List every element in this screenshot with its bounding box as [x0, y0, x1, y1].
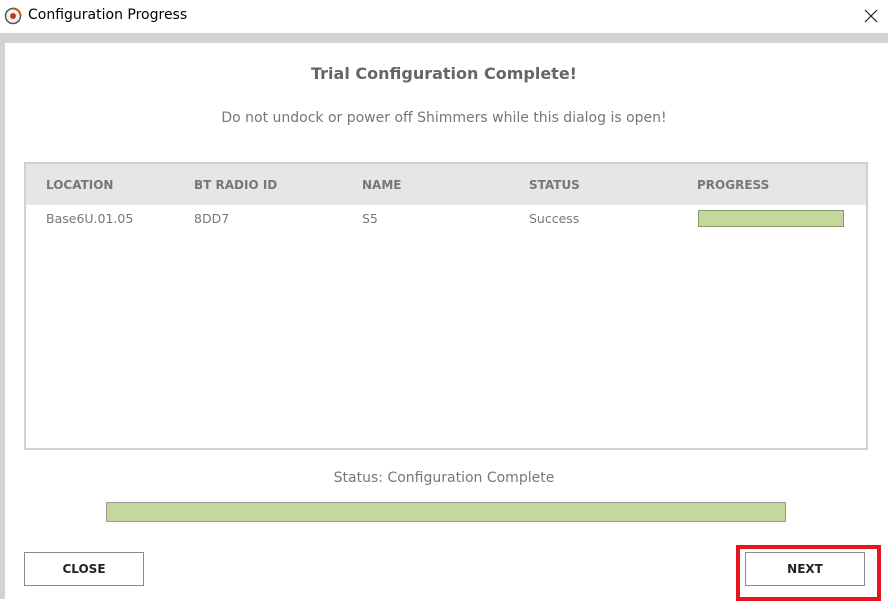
next-button[interactable]: NEXT	[745, 552, 865, 586]
column-header-location: LOCATION	[46, 178, 114, 192]
status-text: Status: Configuration Complete	[333, 470, 555, 486]
window-title: Configuration Progress	[28, 7, 188, 23]
column-header-name: NAME	[362, 178, 402, 192]
app-icon	[4, 7, 22, 25]
title-bar: Configuration Progress	[0, 0, 888, 33]
column-header-status: STATUS	[529, 178, 580, 192]
table-header: LOCATION BT RADIO ID NAME STATUS PROGRES…	[26, 164, 866, 205]
close-button[interactable]: CLOSE	[24, 552, 144, 586]
cell-location: Base6U.01.05	[46, 211, 134, 226]
warning-text: Do not undock or power off Shimmers whil…	[221, 110, 667, 126]
column-header-progress: PROGRESS	[697, 178, 770, 192]
dialog-heading: Trial Configuration Complete!	[311, 64, 577, 83]
close-icon[interactable]	[860, 5, 882, 27]
overall-progress-bar	[106, 502, 786, 522]
row-progress-bar	[698, 210, 844, 227]
cell-bt-radio-id: 8DD7	[194, 211, 230, 226]
device-table: LOCATION BT RADIO ID NAME STATUS PROGRES…	[24, 162, 868, 450]
cell-name: S5	[362, 211, 378, 226]
cell-status: Success	[529, 211, 580, 226]
column-header-bt-radio-id: BT RADIO ID	[194, 178, 278, 192]
